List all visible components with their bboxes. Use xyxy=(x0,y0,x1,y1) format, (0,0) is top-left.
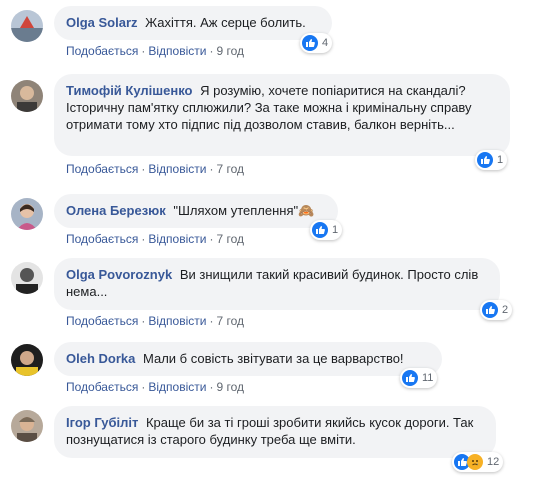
like-link[interactable]: Подобається xyxy=(66,162,138,176)
comment-actions: Подобається · Відповісти · 9 год xyxy=(66,44,244,58)
comment-author[interactable]: Тимофій Кулішенко xyxy=(66,83,192,98)
comment-text: Мали б совість звітувати за це варварств… xyxy=(142,351,404,366)
like-icon xyxy=(402,370,418,386)
separator: · xyxy=(209,162,214,176)
separator: · xyxy=(209,314,214,328)
reactions-badge[interactable]: 2 xyxy=(480,300,513,320)
comment-author[interactable]: Ігор Губіліт xyxy=(66,415,138,430)
like-link[interactable]: Подобається xyxy=(66,44,138,58)
separator: · xyxy=(141,44,146,58)
like-link[interactable]: Подобається xyxy=(66,380,138,394)
comment-text: "Шляхом утеплення"🙈 xyxy=(173,203,315,218)
reaction-count: 11 xyxy=(422,372,434,384)
comment-text: Жахіття. Аж серце болить. xyxy=(145,15,306,30)
comment-bubble: Oleh Dorka Мали б совість звітувати за ц… xyxy=(54,342,442,376)
comment-author[interactable]: Oleh Dorka xyxy=(66,351,135,366)
comment-author[interactable]: Олена Березюк xyxy=(66,203,166,218)
reply-link[interactable]: Відповісти xyxy=(148,314,206,328)
separator: · xyxy=(141,314,146,328)
reply-link[interactable]: Відповісти xyxy=(148,44,206,58)
reactions-badge[interactable]: 1 xyxy=(475,150,508,170)
separator: · xyxy=(209,380,214,394)
like-icon xyxy=(477,152,493,168)
avatar[interactable] xyxy=(11,262,43,294)
separator: · xyxy=(141,380,146,394)
comment-bubble: Тимофій Кулішенко Я розумію, хочете попі… xyxy=(54,74,510,156)
reaction-count: 12 xyxy=(487,456,500,468)
like-icon xyxy=(302,35,318,51)
separator: · xyxy=(209,44,214,58)
reactions-badge[interactable]: 11 xyxy=(400,368,438,388)
comment-author[interactable]: Olga Solarz xyxy=(66,15,138,30)
timestamp[interactable]: 9 год xyxy=(216,44,244,58)
like-link[interactable]: Подобається xyxy=(66,314,138,328)
timestamp[interactable]: 7 год xyxy=(216,162,244,176)
separator: · xyxy=(141,232,146,246)
comment-bubble: Ігор Губіліт Краще би за ті гроші зробит… xyxy=(54,406,496,458)
reaction-count: 4 xyxy=(322,37,329,49)
timestamp[interactable]: 7 год xyxy=(216,314,244,328)
like-link[interactable]: Подобається xyxy=(66,232,138,246)
reply-link[interactable]: Відповісти xyxy=(148,162,206,176)
reaction-count: 1 xyxy=(332,224,339,236)
timestamp[interactable]: 7 год xyxy=(216,232,244,246)
avatar[interactable] xyxy=(11,80,43,112)
like-icon xyxy=(312,222,328,238)
comment-actions: Подобається · Відповісти · 7 год xyxy=(66,162,244,176)
comment-bubble: Олена Березюк "Шляхом утеплення"🙈 xyxy=(54,194,338,228)
comment-actions: Подобається · Відповісти · 9 год xyxy=(66,380,244,394)
avatar[interactable] xyxy=(11,410,43,442)
comment-actions: Подобається · Відповісти · 7 год xyxy=(66,314,244,328)
reactions-badge[interactable]: 4 xyxy=(300,33,333,53)
like-icon xyxy=(482,302,498,318)
timestamp[interactable]: 9 год xyxy=(216,380,244,394)
comment-author[interactable]: Olga Povoroznyk xyxy=(66,267,172,282)
reply-link[interactable]: Відповісти xyxy=(148,232,206,246)
avatar[interactable] xyxy=(11,10,43,42)
reaction-count: 2 xyxy=(502,304,509,316)
comment-bubble: Olga Povoroznyk Ви знищили такий красиви… xyxy=(54,258,500,310)
reactions-badge[interactable]: 1 xyxy=(310,220,343,240)
comment-bubble: Olga Solarz Жахіття. Аж серце болить. xyxy=(54,6,332,40)
reaction-count: 1 xyxy=(497,154,504,166)
separator: · xyxy=(141,162,146,176)
reply-link[interactable]: Відповісти xyxy=(148,380,206,394)
comment-actions: Подобається · Відповісти · 7 год xyxy=(66,232,244,246)
separator: · xyxy=(209,232,214,246)
reactions-badge[interactable]: 12 xyxy=(452,452,504,472)
avatar[interactable] xyxy=(11,344,43,376)
sad-icon xyxy=(467,454,483,470)
avatar[interactable] xyxy=(11,198,43,230)
